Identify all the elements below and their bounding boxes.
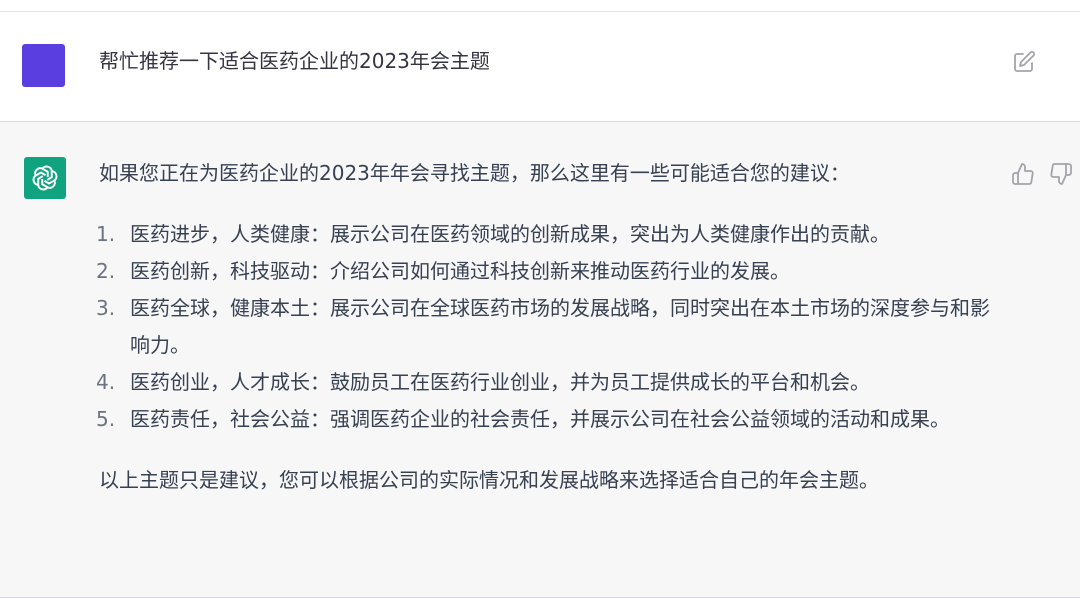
- list-item-number: 4.: [96, 370, 116, 394]
- thumbs-down-icon[interactable]: [1049, 162, 1073, 186]
- thumbs-up-icon[interactable]: [1011, 162, 1035, 186]
- assistant-outro-text: 以上主题只是建议，您可以根据公司的实际情况和发展战略来选择适合自己的年会主题。: [99, 468, 879, 492]
- list-item-text: 医药进步，人类健康：展示公司在医药领域的创新成果，突出为人类健康作出的贡献。: [130, 222, 890, 246]
- assistant-message-content: 如果您正在为医药企业的2023年年会寻找主题，那么这里有一些可能适合您的建议： …: [96, 158, 999, 495]
- list-item-number: 5.: [96, 407, 116, 431]
- user-avatar: [22, 44, 65, 87]
- list-item-number: 1.: [96, 222, 116, 246]
- list-item: 4. 医药创业，人才成长：鼓励员工在医药行业创业，并为员工提供成长的平台和机会。: [96, 364, 998, 401]
- list-item: 2. 医药创新，科技驱动：介绍公司如何通过科技创新来推动医药行业的发展。: [96, 253, 998, 290]
- edit-icon[interactable]: [1012, 50, 1036, 74]
- list-item-number: 3.: [96, 296, 116, 320]
- list-item-number: 2.: [96, 259, 116, 283]
- list-item: 1. 医药进步，人类健康：展示公司在医药领域的创新成果，突出为人类健康作出的贡献。: [96, 216, 998, 253]
- list-item: 3. 医药全球，健康本土：展示公司在全球医药市场的发展战略，同时突出在本土市场的深…: [96, 290, 998, 364]
- top-divider: [0, 0, 1080, 12]
- list-item-text: 医药全球，健康本土：展示公司在全球医药市场的发展战略，同时突出在本土市场的深度参…: [130, 296, 990, 357]
- list-item-text: 医药创业，人才成长：鼓励员工在医药行业创业，并为员工提供成长的平台和机会。: [130, 370, 870, 394]
- assistant-intro-text: 如果您正在为医药企业的2023年年会寻找主题，那么这里有一些可能适合您的建议：: [99, 161, 850, 185]
- list-item-text: 医药责任，社会公益：强调医药企业的社会责任，并展示公司在社会公益领域的活动和成果…: [130, 407, 950, 431]
- assistant-message-row: 如果您正在为医药企业的2023年年会寻找主题，那么这里有一些可能适合您的建议： …: [0, 122, 1080, 598]
- assistant-avatar: [24, 157, 66, 199]
- openai-logo-icon: [32, 165, 58, 191]
- theme-suggestion-list: 1. 医药进步，人类健康：展示公司在医药领域的创新成果，突出为人类健康作出的贡献。…: [96, 216, 999, 438]
- list-item: 5. 医药责任，社会公益：强调医药企业的社会责任，并展示公司在社会公益领域的活动和…: [96, 401, 998, 438]
- user-message-row: 帮忙推荐一下适合医药企业的2023年会主题: [0, 12, 1080, 122]
- list-item-text: 医药创新，科技驱动：介绍公司如何通过科技创新来推动医药行业的发展。: [130, 259, 790, 283]
- user-message-text: 帮忙推荐一下适合医药企业的2023年会主题: [99, 49, 490, 73]
